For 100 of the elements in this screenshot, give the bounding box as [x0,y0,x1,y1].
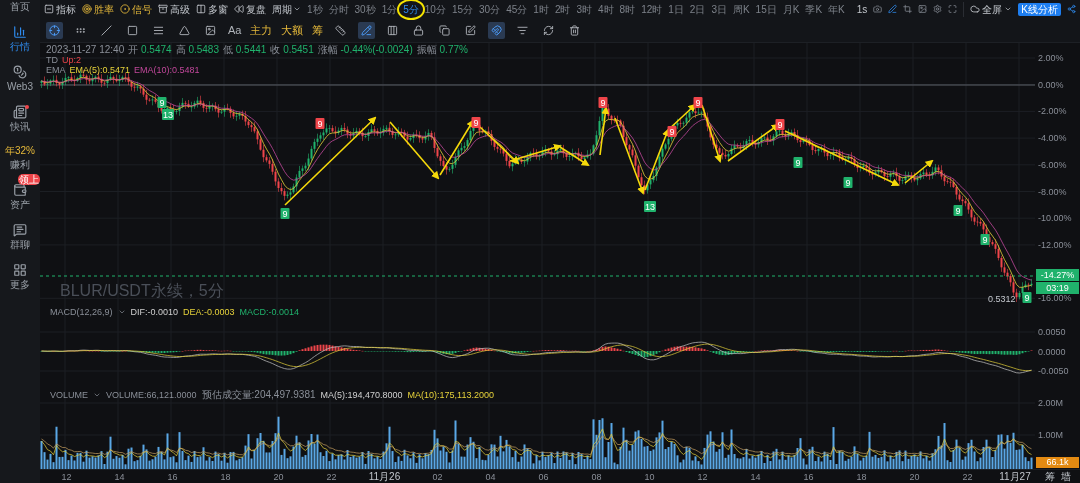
toolbar-button[interactable]: 胜率 [82,1,114,17]
ohlc-value: 高 0.5483 [175,44,219,55]
arrow [904,159,934,184]
period-tab[interactable]: 15日 [755,1,777,17]
arrow [599,106,610,156]
td-marker: 9 [157,97,167,108]
period-tab[interactable]: 10分 [424,1,446,17]
pencil-tool[interactable] [358,21,376,39]
indicator-name: MACD(12,26,9) [50,307,113,317]
price-tag: -14.27% [1036,269,1079,281]
chevron-down-icon[interactable] [93,391,101,399]
period-tab[interactable]: 4时 [598,1,614,17]
period-tab[interactable]: 12时 [641,1,663,17]
axis-label: 0.00% [1038,79,1064,90]
period-dropdown[interactable]: 周期 [272,1,301,17]
period-tab[interactable]: 15分 [451,1,474,17]
columns-icon [387,24,399,36]
axis-label: -4.00% [1038,133,1067,144]
columns-icon [196,4,206,14]
text-tool[interactable]: Aa [228,21,242,39]
magnet-tool[interactable] [488,21,506,39]
period-tab[interactable]: 1时 [533,1,549,17]
ohlc-value: 低 0.5441 [222,44,267,55]
crosshair-icon [49,24,60,36]
chart-option-button[interactable]: 筹 [1045,470,1055,483]
toolbar-button[interactable]: 高级 [158,1,190,17]
sidebar-item[interactable]: 首页 [1,1,39,13]
period-tab[interactable]: 3时 [576,1,592,17]
crosshair-tool[interactable] [46,21,63,39]
camera-icon[interactable] [873,4,883,14]
period-tab[interactable]: 1秒 [307,1,323,17]
sidebar-item[interactable]: 群聊 [1,223,39,251]
chevron-down-icon [293,5,301,13]
indicator-tool[interactable]: 筹 [312,21,324,39]
period-tab[interactable]: 2日 [689,1,706,17]
axis-label: -6.00% [1038,159,1067,170]
indicator-tool[interactable]: 主力 [250,21,273,39]
crop-icon[interactable] [903,4,913,14]
indicator-value: Up:2 [62,55,81,65]
toolbar-button[interactable]: 指标 [44,1,76,17]
td-marker: 9 [843,177,853,188]
sidebar-item[interactable]: 年32% 赚利 [1,145,39,171]
axis-label: 0.0050 [1038,327,1066,337]
td-marker: 9 [775,119,785,130]
period-tab[interactable]: 45分 [506,1,528,17]
td-marker: 9 [1022,292,1032,303]
sidebar-item[interactable]: 更多 [1,263,39,291]
chart-watermark: BLUR/USDT永续，5分 [60,282,224,300]
td-marker: 13 [644,201,656,212]
period-tab[interactable]: 3日 [711,1,727,17]
period-tab[interactable]: 2时 [554,1,571,17]
axis-label: 11月27 [999,470,1031,483]
period-tab[interactable]: 年K [828,1,845,17]
indicator-tool[interactable]: 大额 [281,21,304,39]
sidebar-item[interactable]: Web3 [1,65,39,93]
arrow [439,119,475,176]
toolbar-button[interactable]: 多窗 [196,1,228,17]
period-tab[interactable]: 1分 [381,1,398,17]
axis-label: -8.00% [1038,186,1067,197]
magnet-icon [491,24,503,36]
indicator-value: MACD:-0.0014 [239,307,300,317]
axis-label: 22 [962,471,973,483]
toolbar-button[interactable]: 信号 [120,1,152,17]
refresh-rate[interactable]: 1s [856,1,868,17]
ohlc-value: 振幅 0.77% [416,44,468,55]
period-tab[interactable]: 季K [805,1,823,17]
fullscreen-dropdown[interactable]: 全屏 [963,1,1013,17]
period-tab[interactable]: 30分 [479,1,501,17]
chart-option-button[interactable]: 墙 [1061,470,1071,483]
period-tab[interactable]: 月K [782,1,800,17]
period-tab[interactable]: 8时 [619,1,636,17]
chevron-down-icon[interactable] [117,308,126,316]
axis-label: -10.00% [1038,213,1072,224]
analysis-button[interactable]: K线分析 [1018,2,1061,16]
image-icon[interactable] [918,4,928,14]
rate-label: 年32% [5,145,35,157]
axis-label: 14 [114,471,125,483]
pen-icon[interactable] [888,4,898,14]
period-tab[interactable]: 5分 [403,1,419,17]
cloud-icon [970,4,981,14]
indicator-value: MA(10):175,113.2000 [407,390,494,400]
period-tab[interactable]: 30秒 [354,1,376,17]
image-icon [205,24,216,36]
period-tab[interactable]: 分时 [328,1,349,17]
axis-label: 08 [591,471,602,483]
axis-label: -16.00% [1038,293,1072,304]
td-marker: 9 [793,157,803,168]
settings-icon[interactable] [933,4,943,14]
sidebar-item[interactable]: 行情 [1,25,39,53]
period-tab[interactable]: 1日 [668,1,684,17]
period-tab[interactable]: 周K [732,1,750,17]
axis-label: 16 [803,471,814,483]
sidebar-item[interactable]: 快讯 [1,105,39,133]
countdown-tag: 03:19 [1036,282,1079,294]
maximize-icon[interactable] [948,4,958,14]
indicator-name: EMA [46,65,66,75]
share-icon[interactable] [1067,4,1076,14]
toolbar-button[interactable]: 复盘 [234,1,266,17]
minus-square-icon [44,4,54,14]
indicator-value: DIF:-0.0010 [130,307,179,317]
